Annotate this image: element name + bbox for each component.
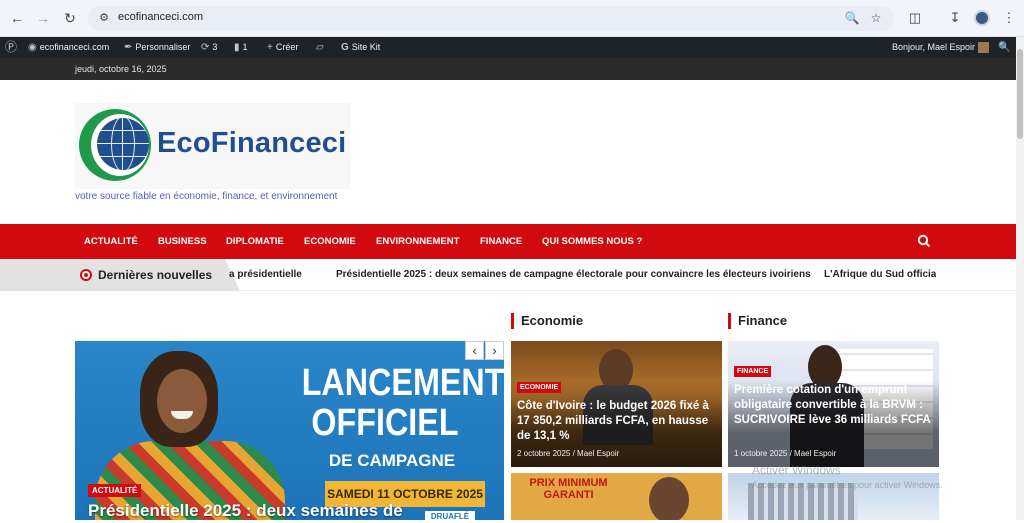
poster-line1: LANCEMENT: [301, 362, 504, 404]
wordpress-logo-icon[interactable]: Ⓟ: [5, 37, 20, 58]
ticker-item[interactable]: Présidentielle 2025 : deux semaines de c…: [336, 269, 811, 280]
search-icon[interactable]: [917, 234, 931, 248]
brush-icon: ✒: [124, 42, 133, 53]
globe-core: [97, 118, 149, 170]
windows-activation-text: Accédez aux paramètres pour activer Wind…: [752, 480, 943, 490]
article-meta: 2 octobre 2025 / Mael Espoir: [517, 449, 620, 458]
brand-name[interactable]: EcoFinanceci: [157, 127, 346, 160]
browser-toolbar: ← → ↻ ⚙ ecofinanceci.com 🔍 ☆ ◫ ↧ ⋮: [0, 0, 1024, 37]
nav-item-actualite[interactable]: ACTUALITÉ: [84, 236, 138, 247]
article-title[interactable]: Première cotation d'un emprunt obligatai…: [734, 383, 934, 428]
reload-icon[interactable]: ↻: [61, 9, 79, 27]
nav-item-finance[interactable]: FINANCE: [480, 236, 522, 247]
windows-activation-title: Activer Windows: [752, 463, 841, 477]
nav-item-diplomatie[interactable]: DIPLOMATIE: [226, 236, 284, 247]
brand-tagline: votre source fiable en économie, finance…: [75, 191, 338, 202]
ticker-item[interactable]: a présidentielle: [229, 269, 302, 280]
article-title[interactable]: Côte d'Ivoire : le budget 2026 fixé à 17…: [517, 399, 717, 444]
photo-figure: [649, 477, 689, 520]
category-badge[interactable]: FINANCE: [734, 366, 772, 377]
featured-slider[interactable]: LANCEMENT OFFICIEL DE CAMPAGNE SAMEDI 11…: [75, 341, 504, 520]
slider-next-button[interactable]: ›: [485, 341, 504, 360]
sitekit-link[interactable]: G Site Kit: [341, 37, 380, 58]
section-title-finance[interactable]: Finance: [728, 313, 787, 329]
extensions-icon[interactable]: ◫: [906, 9, 924, 27]
updates-icon: ⟳: [201, 42, 210, 53]
breaking-news-ticker: Dernières nouvelles a présidentielle Pré…: [0, 259, 1016, 291]
poster-line2: OFFICIEL: [311, 402, 459, 444]
card-image-text: PRIX MINIMUM GARANTI: [529, 477, 608, 501]
comment-icon: ▮: [234, 42, 240, 53]
menu-kebab-icon[interactable]: ⋮: [1000, 9, 1018, 27]
new-content-link[interactable]: + Créer: [267, 37, 298, 58]
poster-subline: DE CAMPAGNE: [328, 451, 456, 470]
live-dot-icon: [80, 269, 92, 281]
date-bar: jeudi, octobre 16, 2025: [0, 58, 1016, 80]
hero-article-title[interactable]: Présidentielle 2025 : deux semaines de: [88, 501, 403, 520]
article-card-economie[interactable]: ECONOMIE Côte d'Ivoire : le budget 2026 …: [511, 341, 722, 467]
page-scrollbar[interactable]: [1016, 37, 1024, 520]
nav-item-economie[interactable]: ECONOMIE: [304, 236, 356, 247]
ticker-label: Dernières nouvelles: [98, 268, 213, 282]
category-badge[interactable]: ACTUALITÉ: [88, 484, 142, 497]
customize-link[interactable]: ✒ Personnaliser: [124, 37, 190, 58]
zoom-icon[interactable]: 🔍: [844, 10, 860, 26]
current-date: jeudi, octobre 16, 2025: [75, 64, 167, 74]
user-avatar: [977, 42, 989, 54]
article-meta: 1 octobre 2025 / Mael Espoir: [734, 449, 837, 458]
wp-admin-bar: Ⓟ ◉ ecofinanceci.com ✒ Personnaliser ⟳ 3 ▮ 1…: [0, 37, 1016, 58]
slider-prev-button[interactable]: ‹: [465, 341, 484, 360]
poster-corner-label: DRUAFLÉ: [425, 511, 475, 523]
bookmark-star-icon[interactable]: ☆: [868, 10, 884, 26]
category-badge[interactable]: ECONOMIE: [517, 382, 562, 393]
main-navigation: ACTUALITÉ BUSINESS DIPLOMATIE ECONOMIE E…: [0, 224, 1016, 259]
nav-item-qui-sommes-nous[interactable]: QUI SOMMES NOUS ?: [542, 236, 642, 247]
download-icon[interactable]: ↧: [946, 9, 964, 27]
plus-icon: +: [267, 42, 273, 53]
back-icon[interactable]: ←: [8, 9, 26, 27]
article-card-economie-2[interactable]: PRIX MINIMUM GARANTI: [511, 473, 722, 520]
ticker-item[interactable]: L'Afrique du Sud officiali: [824, 269, 936, 280]
admin-search-icon[interactable]: 🔍: [998, 37, 1013, 58]
section-title-economie[interactable]: Economie: [511, 313, 583, 329]
poster-headline: LANCEMENT OFFICIEL: [301, 362, 504, 444]
comments-link[interactable]: ▮ 1: [234, 37, 248, 58]
dashboard-icon: ◉: [28, 42, 37, 53]
scrollbar-thumb[interactable]: [1017, 49, 1023, 139]
forward-icon[interactable]: →: [34, 9, 52, 27]
site-name-link[interactable]: ◉ ecofinanceci.com: [28, 37, 109, 58]
nav-item-business[interactable]: BUSINESS: [158, 236, 207, 247]
address-bar[interactable]: ⚙ ecofinanceci.com 🔍 ☆: [88, 6, 894, 31]
hero-photo-face: [157, 369, 207, 433]
site-settings-icon[interactable]: ⚙: [96, 10, 112, 26]
account-link[interactable]: Bonjour, Mael Espoir: [892, 37, 989, 58]
article-card-finance[interactable]: FINANCE Première cotation d'un emprunt o…: [728, 341, 939, 467]
google-g-icon: G: [341, 42, 349, 53]
nav-item-environnement[interactable]: ENVIRONNEMENT: [376, 236, 459, 247]
updates-link[interactable]: ⟳ 3: [201, 37, 217, 58]
yoast-icon[interactable]: ▱: [316, 37, 327, 58]
profile-avatar[interactable]: [974, 10, 990, 26]
url-text[interactable]: ecofinanceci.com: [118, 11, 203, 23]
